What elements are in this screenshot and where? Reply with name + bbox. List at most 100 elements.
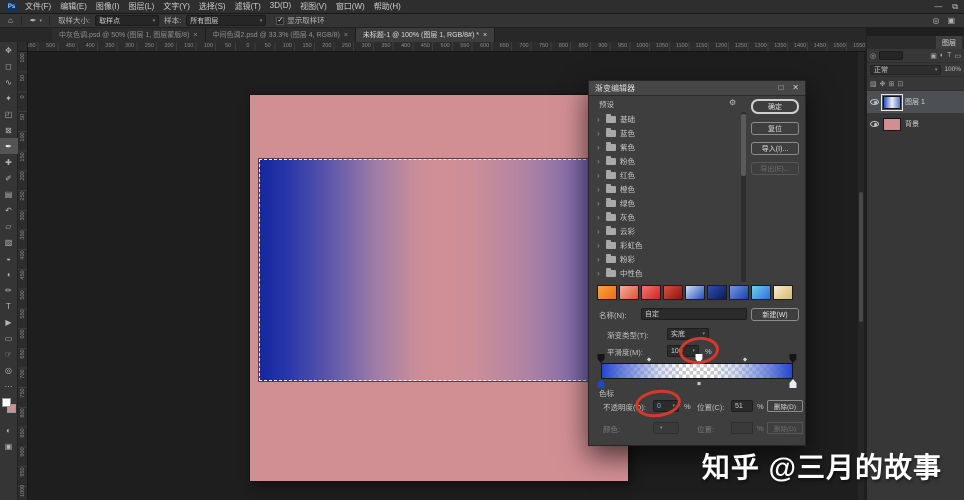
import-button[interactable]: 导入(I)... <box>751 142 799 155</box>
preset-folder-row[interactable]: ›橙色 <box>597 182 739 196</box>
search-icon[interactable]: ◎ <box>870 52 876 60</box>
chevron-right-icon[interactable]: › <box>597 143 602 152</box>
preset-folder-row[interactable]: ›彩虹色 <box>597 238 739 252</box>
opacity-midpoint-marker[interactable] <box>645 356 652 363</box>
document-tab[interactable]: 中灰色调.psd @ 50% (图层 1, 图层蒙版/8)× <box>52 28 206 42</box>
gradient-preview-bar[interactable] <box>601 363 793 379</box>
shape-tool[interactable]: ▭ <box>0 330 18 346</box>
chevron-right-icon[interactable]: › <box>597 199 602 208</box>
home-icon[interactable]: ⌂ <box>8 16 13 25</box>
lock-pixels-icon[interactable]: ✥ <box>880 80 886 88</box>
delete-stop-button[interactable]: 删除(D) <box>767 400 803 412</box>
menu-item[interactable]: 图层(L) <box>128 1 154 12</box>
chevron-right-icon[interactable]: › <box>597 213 602 222</box>
cyan-blue-gradient[interactable] <box>751 285 771 300</box>
salmon-gradient[interactable] <box>619 285 639 300</box>
pixel-layer-filter-icon[interactable]: ▣ <box>930 52 937 60</box>
orange-gradient[interactable] <box>597 285 617 300</box>
gradient-tool[interactable]: ▨ <box>0 234 18 250</box>
eraser-tool[interactable]: ▱ <box>0 218 18 234</box>
document-tab[interactable]: 中间色调2.psd @ 33.3% (图层 4, RGB/8)× <box>206 28 356 42</box>
preset-folder-row[interactable]: ›紫色 <box>597 140 739 154</box>
layer-filter-input[interactable] <box>879 51 903 60</box>
blue-gradient[interactable] <box>729 285 749 300</box>
name-input[interactable]: 自定 <box>641 308 747 320</box>
chevron-right-icon[interactable]: › <box>597 241 602 250</box>
preset-folder-row[interactable]: ›粉彩 <box>597 252 739 266</box>
edit-toolbar-button[interactable]: ⋯ <box>0 378 18 394</box>
reset-button[interactable]: 复位 <box>751 122 799 135</box>
tab-close-icon[interactable]: × <box>344 32 348 39</box>
marquee-tool[interactable]: ◻ <box>0 58 18 74</box>
lasso-tool[interactable]: ∿ <box>0 74 18 90</box>
hand-tool[interactable]: ☞ <box>0 346 18 362</box>
gold-gradient[interactable] <box>773 285 793 300</box>
quick-mask-button[interactable]: ◐ <box>0 422 18 438</box>
new-button[interactable]: 新建(W) <box>751 308 799 321</box>
workspace-switcher-icon[interactable]: ▣ <box>947 16 955 25</box>
shape-layer-filter-icon[interactable]: ▭ <box>954 52 961 60</box>
layer-row[interactable]: 图层 1 <box>867 91 964 113</box>
dialog-maximize-button[interactable]: □ <box>778 84 783 92</box>
preset-folder-row[interactable]: ›云彩 <box>597 224 739 238</box>
menu-item[interactable]: 图像(I) <box>96 1 120 12</box>
lock-all-icon[interactable]: ⊡ <box>897 80 903 88</box>
color-stop[interactable] <box>790 379 797 388</box>
preset-folder-row[interactable]: ›中性色 <box>597 266 739 280</box>
opacity-stop[interactable] <box>790 354 797 363</box>
navy-gradient[interactable] <box>707 285 727 300</box>
preset-folder-row[interactable]: ›粉色 <box>597 154 739 168</box>
frame-tool[interactable]: ⊠ <box>0 122 18 138</box>
scrollbar-thumb[interactable] <box>859 192 863 322</box>
path-selection-tool[interactable]: ▶ <box>0 314 18 330</box>
dialog-close-button[interactable]: ✕ <box>792 84 799 92</box>
menu-item[interactable]: 滤镜(T) <box>235 1 261 12</box>
brush-tool[interactable]: ✐ <box>0 170 18 186</box>
preset-folder-row[interactable]: ›蓝色 <box>597 126 739 140</box>
menu-item[interactable]: 3D(D) <box>270 1 291 12</box>
chevron-right-icon[interactable]: › <box>597 185 602 194</box>
pen-tool[interactable]: ✏ <box>0 282 18 298</box>
menu-item[interactable]: 视图(V) <box>300 1 327 12</box>
dark-red-gradient[interactable] <box>663 285 683 300</box>
clone-stamp-tool[interactable]: ▤ <box>0 186 18 202</box>
menu-item[interactable]: 窗口(W) <box>336 1 365 12</box>
vertical-scrollbar[interactable] <box>858 52 864 500</box>
menu-item[interactable]: 帮助(H) <box>374 1 401 12</box>
eye-icon[interactable] <box>870 121 879 127</box>
menu-item[interactable]: 文字(Y) <box>163 1 190 12</box>
dodge-tool[interactable]: ◖ <box>0 266 18 282</box>
color-midpoint-marker[interactable] <box>696 381 701 386</box>
layer-thumbnail[interactable] <box>883 118 901 131</box>
foreground-color-swatch[interactable] <box>2 398 11 407</box>
eyedropper-tool[interactable]: ✒ <box>0 138 18 154</box>
preset-folder-row[interactable]: ›绿色 <box>597 196 739 210</box>
show-sampling-ring-checkbox[interactable]: ✓ <box>276 17 284 25</box>
crop-tool[interactable]: ◰ <box>0 106 18 122</box>
light-blue-gradient[interactable] <box>685 285 705 300</box>
preset-list-scrollbar[interactable] <box>741 112 746 282</box>
move-tool[interactable]: ✥ <box>0 42 18 58</box>
blend-mode-select[interactable]: 正常 ▾ <box>870 65 941 75</box>
quick-selection-tool[interactable]: ✦ <box>0 90 18 106</box>
tab-close-icon[interactable]: × <box>193 32 197 39</box>
menu-item[interactable]: 选择(S) <box>199 1 226 12</box>
color-stop[interactable] <box>598 379 605 388</box>
history-brush-tool[interactable]: ↶ <box>0 202 18 218</box>
chevron-right-icon[interactable]: › <box>597 129 602 138</box>
dialog-titlebar[interactable]: 渐变编辑器 □ ✕ <box>589 81 805 96</box>
blur-tool[interactable]: ◒ <box>0 250 18 266</box>
eyedropper-tool-icon[interactable]: ✒ <box>30 16 37 25</box>
gear-icon[interactable]: ⚙ <box>729 98 736 107</box>
restore-icon[interactable]: ⧉ <box>952 2 958 12</box>
preset-folder-row[interactable]: ›基础 <box>597 112 739 126</box>
opacity-stop[interactable] <box>598 354 605 363</box>
preset-folder-row[interactable]: ›灰色 <box>597 210 739 224</box>
layers-panel-tab[interactable]: 图层 <box>936 36 962 49</box>
lock-position-icon[interactable]: ⊞ <box>889 80 895 88</box>
minimize-icon[interactable]: — <box>934 2 942 12</box>
chevron-right-icon[interactable]: › <box>597 269 602 278</box>
chevron-right-icon[interactable]: › <box>597 227 602 236</box>
layer-thumbnail[interactable] <box>883 96 901 109</box>
ok-button[interactable]: 确定 <box>751 99 799 114</box>
